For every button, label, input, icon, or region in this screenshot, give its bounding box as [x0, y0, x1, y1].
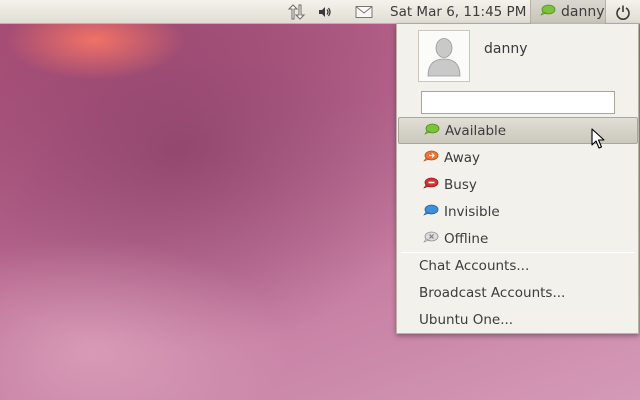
me-menu-button[interactable]: danny [530, 0, 606, 24]
status-label: Busy [444, 176, 477, 193]
mail-icon[interactable] [353, 0, 375, 24]
network-icon[interactable] [285, 0, 307, 24]
busy-icon [423, 177, 439, 193]
status-offline[interactable]: Offline [398, 225, 638, 252]
status-busy[interactable]: Busy [398, 171, 638, 198]
user-avatar-icon [427, 38, 461, 77]
avatar[interactable] [418, 30, 470, 82]
ubuntu-one-item[interactable]: Ubuntu One... [398, 306, 638, 333]
status-available-icon [540, 4, 556, 20]
clock[interactable]: Sat Mar 6, 11:45 PM [390, 0, 526, 24]
offline-icon [423, 231, 439, 247]
available-icon [424, 123, 440, 139]
user-name: danny [484, 41, 528, 57]
me-menu: danny Available Away Busy Invisible Offl… [396, 24, 639, 334]
status-message-input[interactable] [421, 91, 615, 114]
power-icon[interactable] [612, 0, 634, 24]
chat-accounts-item[interactable]: Chat Accounts... [398, 252, 638, 279]
broadcast-accounts-item[interactable]: Broadcast Accounts... [398, 279, 638, 306]
invisible-icon [423, 204, 439, 220]
top-panel: Sat Mar 6, 11:45 PM danny [0, 0, 640, 24]
status-label: Available [445, 122, 507, 139]
me-username: danny [561, 4, 605, 20]
status-label: Offline [444, 230, 489, 247]
status-invisible[interactable]: Invisible [398, 198, 638, 225]
status-label: Away [444, 149, 480, 166]
mouse-cursor-icon [591, 128, 605, 149]
away-icon [423, 150, 439, 166]
volume-icon[interactable] [316, 0, 334, 24]
status-label: Invisible [444, 203, 500, 220]
